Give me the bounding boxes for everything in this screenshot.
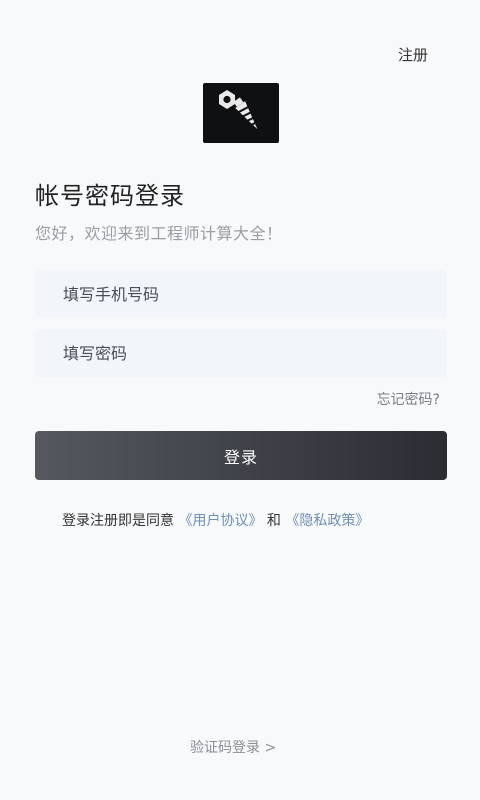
register-link[interactable]: 注册 (398, 44, 428, 65)
phone-field[interactable] (35, 270, 447, 318)
sms-login-link[interactable]: 验证码登录 > (190, 737, 276, 757)
welcome-subtitle: 您好，欢迎来到工程师计算大全！ (35, 224, 283, 243)
login-button[interactable]: 登录 (35, 431, 447, 480)
user-agreement-link[interactable]: 《用户协议》 (178, 513, 262, 529)
agreement-and: 和 (266, 513, 281, 529)
forgot-password-link[interactable]: 忘记密码? (377, 389, 440, 409)
screw-nut-icon (219, 90, 258, 130)
phone-input[interactable] (35, 270, 447, 318)
agreement-prefix: 登录注册即是同意 (62, 513, 174, 529)
agreement-text: 登录注册即是同意 《用户协议》 和 《隐私政策》 (62, 510, 369, 530)
app-logo (203, 83, 279, 143)
page-title: 帐号密码登录 (35, 182, 185, 210)
privacy-policy-link[interactable]: 《隐私政策》 (285, 513, 369, 529)
password-input[interactable] (35, 329, 447, 377)
password-field[interactable] (35, 329, 447, 377)
